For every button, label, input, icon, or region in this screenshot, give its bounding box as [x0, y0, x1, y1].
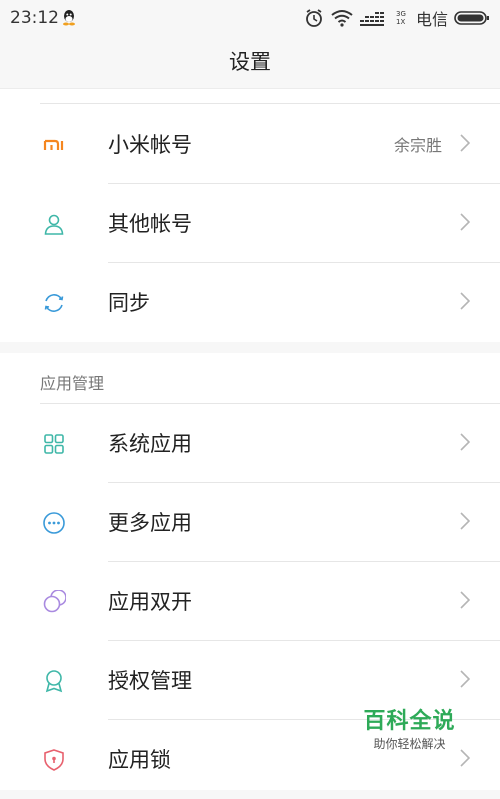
- row-label: 小米帐号: [108, 133, 192, 157]
- row-label: 应用锁: [108, 748, 171, 772]
- status-bar: 23:12 3G 1X 电信: [0, 0, 500, 36]
- network-type: 3G 1X: [395, 10, 406, 26]
- row-label: 授权管理: [108, 669, 192, 693]
- row-label: 系统应用: [108, 432, 192, 456]
- watermark-subtitle: 助你轻松解决: [373, 737, 446, 751]
- row-label: 同步: [108, 291, 150, 315]
- signal-icon: [359, 12, 384, 26]
- mi-logo-icon: [43, 139, 64, 150]
- account-name: 余宗胜: [393, 136, 442, 155]
- person-icon: [44, 214, 64, 235]
- chevron-right-icon: [460, 433, 470, 451]
- chevron-right-icon: [460, 512, 470, 530]
- shield-lock-icon: [44, 749, 64, 771]
- award-icon: [45, 670, 63, 693]
- settings-row-other-accounts[interactable]: 其他帐号: [0, 184, 500, 263]
- dual-apps-icon: [43, 590, 66, 613]
- row-label: 更多应用: [108, 511, 192, 535]
- watermark-logo: 百科全说 助你轻松解决: [352, 708, 467, 758]
- divider: [40, 103, 500, 104]
- chevron-right-icon: [460, 134, 470, 152]
- settings-row-mi-account[interactable]: 小米帐号 余宗胜: [0, 105, 500, 184]
- more-dots-icon: [43, 512, 65, 534]
- settings-row-system-apps[interactable]: 系统应用: [0, 404, 500, 483]
- alarm-icon: [306, 9, 322, 27]
- qq-notification-icon: [63, 10, 75, 26]
- grid-icon: [44, 434, 64, 454]
- status-icons: 3G 1X 电信: [304, 6, 490, 30]
- status-time: 23:12: [10, 8, 59, 28]
- chevron-right-icon: [460, 292, 470, 310]
- settings-row-sync[interactable]: 同步: [0, 263, 500, 342]
- chevron-right-icon: [460, 213, 470, 231]
- chevron-right-icon: [460, 591, 470, 609]
- accounts-section: 小米帐号 余宗胜 其他帐号 同步: [0, 89, 500, 342]
- battery-icon: [454, 11, 489, 25]
- wifi-icon: [331, 10, 353, 27]
- chevron-right-icon: [460, 670, 470, 688]
- page-title: 设置: [0, 36, 500, 88]
- settings-row-more-apps[interactable]: 更多应用: [0, 483, 500, 562]
- row-label: 应用双开: [108, 590, 192, 614]
- row-label: 其他帐号: [108, 212, 192, 236]
- carrier-name: 电信: [415, 10, 448, 29]
- watermark-title: 百科全说: [363, 709, 456, 734]
- section-header: 应用管理: [40, 374, 105, 393]
- settings-row-dual-apps[interactable]: 应用双开: [0, 562, 500, 641]
- sync-icon: [44, 294, 64, 312]
